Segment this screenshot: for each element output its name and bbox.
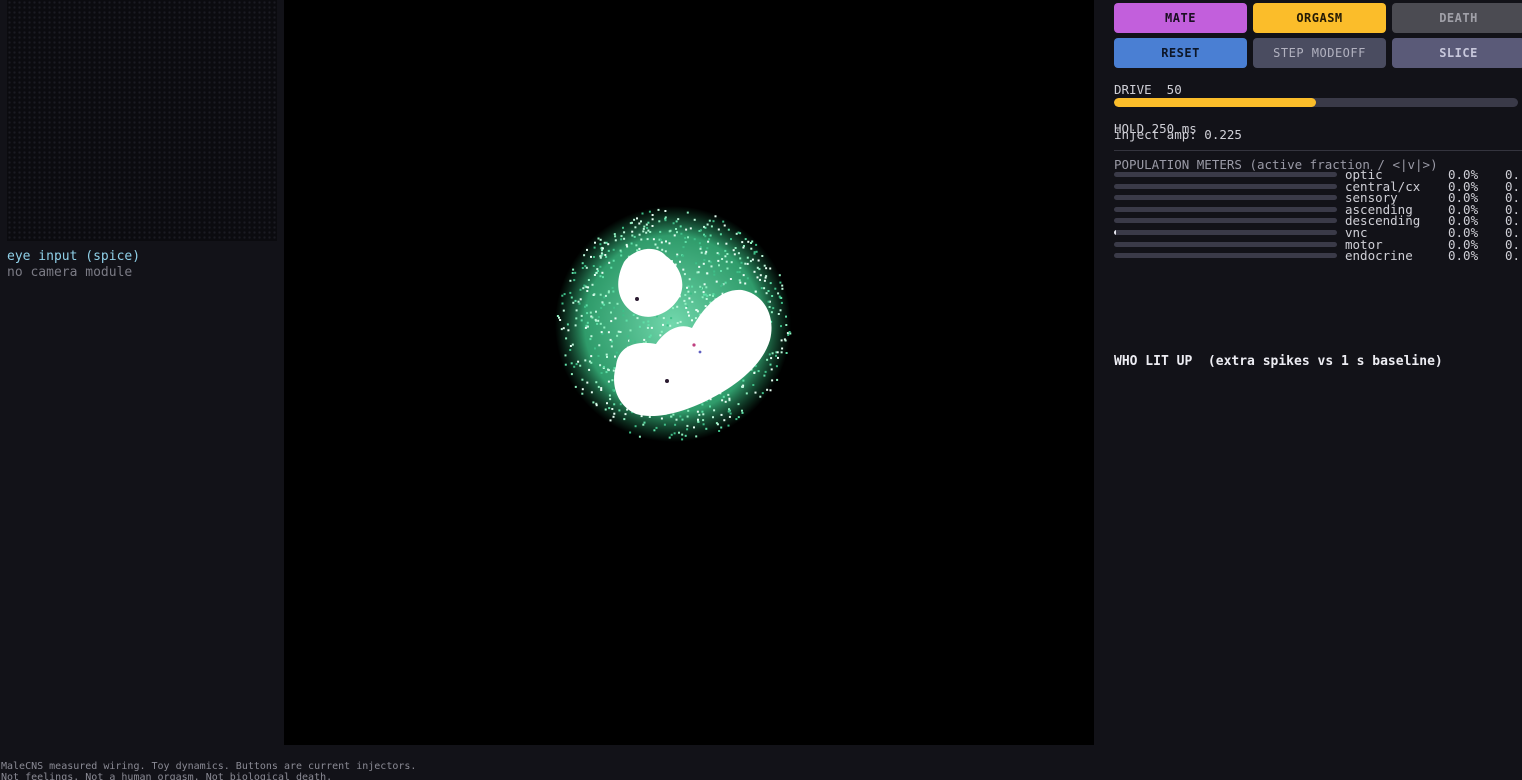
- meter-bar: [1114, 206, 1337, 212]
- marker-dot: [665, 379, 669, 383]
- marker-dot: [698, 350, 702, 354]
- footer-line: Not feelings. Not a human orgasm. Not bi…: [1, 772, 333, 780]
- control-panel: MATE ORGASM DEATH RESET STEP MODEOFF SLI…: [1114, 0, 1522, 780]
- meter-voltage: 0.: [1505, 248, 1521, 264]
- slice-button[interactable]: SLICE: [1392, 38, 1522, 68]
- meter-row: endocrine 0.0% 0.: [1114, 248, 1522, 264]
- marker-dot: [692, 343, 696, 347]
- who-lit-up-title: WHO LIT UP (extra spikes vs 1 s baseline…: [1114, 354, 1443, 369]
- meter-bar: [1114, 183, 1337, 189]
- orgasm-button[interactable]: ORGASM: [1253, 3, 1386, 33]
- marker-dot: [635, 297, 639, 301]
- death-button[interactable]: DEATH: [1392, 3, 1522, 33]
- divider: [1114, 150, 1522, 151]
- footer-disclaimer: MaleCNS measured wiring. Toy dynamics. B…: [1, 761, 416, 780]
- population-meters: optic 0.0% 0. central/cx 0.0% 0. sensory 0.0% 0.…: [1114, 168, 1522, 264]
- meter-bar: [1114, 172, 1337, 177]
- reset-button[interactable]: RESET: [1114, 38, 1247, 68]
- step-mode-button[interactable]: STEP MODEOFF: [1253, 38, 1386, 68]
- drive-slider[interactable]: [1114, 98, 1518, 107]
- drive-slider-fill: [1114, 98, 1316, 107]
- footer-line: MaleCNS measured wiring. Toy dynamics. B…: [1, 761, 417, 772]
- brain-viewport[interactable]: [284, 0, 1094, 745]
- meter-bar: [1114, 229, 1337, 235]
- mate-button[interactable]: MATE: [1114, 3, 1247, 33]
- meter-bar: [1114, 195, 1337, 201]
- meter-percent: 0.0%: [1448, 248, 1479, 264]
- eye-input-view: [7, 0, 277, 241]
- meter-bar: [1114, 241, 1337, 247]
- app-root: eye input (spice) no camera module MATE: [0, 0, 1522, 780]
- meter-name: endocrine: [1345, 248, 1413, 264]
- meter-bar-fill: [1114, 229, 1116, 235]
- brain-render[interactable]: [284, 0, 1094, 745]
- eye-input-title: eye input (spice): [7, 249, 141, 264]
- meter-bar: [1114, 253, 1337, 259]
- meter-bar: [1114, 218, 1337, 224]
- camera-status: no camera module: [7, 265, 133, 280]
- inject-amp-label: inject amp: 0.225: [1114, 127, 1242, 142]
- drive-label: DRIVE 50: [1114, 82, 1182, 97]
